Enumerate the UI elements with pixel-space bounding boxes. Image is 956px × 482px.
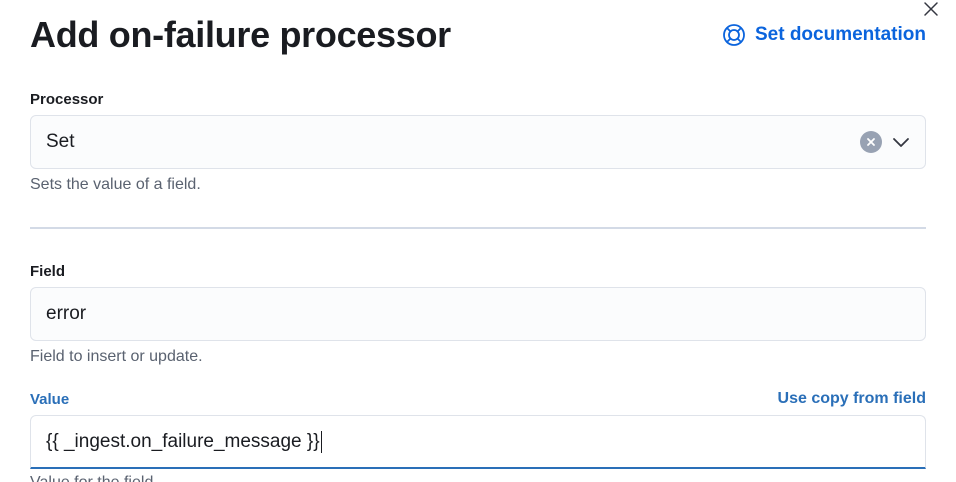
value-input-text: {{ _ingest.on_failure_message }} [46,430,320,452]
lifebuoy-icon [722,23,746,47]
close-button[interactable] [921,0,941,18]
processor-help-text: Sets the value of a field. [30,176,201,193]
processor-selected-value: Set [46,131,75,152]
documentation-link-label: Set documentation [754,24,926,45]
dropdown-toggle[interactable] [891,132,911,152]
processor-select[interactable]: Set [30,115,926,169]
field-input-value: error [46,303,87,324]
add-processor-flyout: Add on-failure processor Set documentati… [0,0,956,482]
close-icon [924,2,938,16]
section-divider [30,227,926,229]
clear-icon [867,138,875,146]
field-help-text: Field to insert or update. [30,348,203,365]
value-help-text: Value for the field. [30,474,158,482]
clear-selection-button[interactable] [860,131,882,153]
documentation-link[interactable]: Set documentation [722,23,926,47]
chevron-down-icon [893,138,909,147]
value-label: Value [30,391,70,408]
processor-select-actions [860,116,911,168]
processor-label: Processor [30,91,104,108]
text-cursor [320,430,322,453]
field-label: Field [30,263,66,280]
value-input[interactable]: {{ _ingest.on_failure_message }} [30,415,926,469]
field-input[interactable]: error [30,287,926,341]
use-copy-from-field-link[interactable]: Use copy from field [778,390,926,408]
page-title: Add on-failure processor [30,14,451,55]
